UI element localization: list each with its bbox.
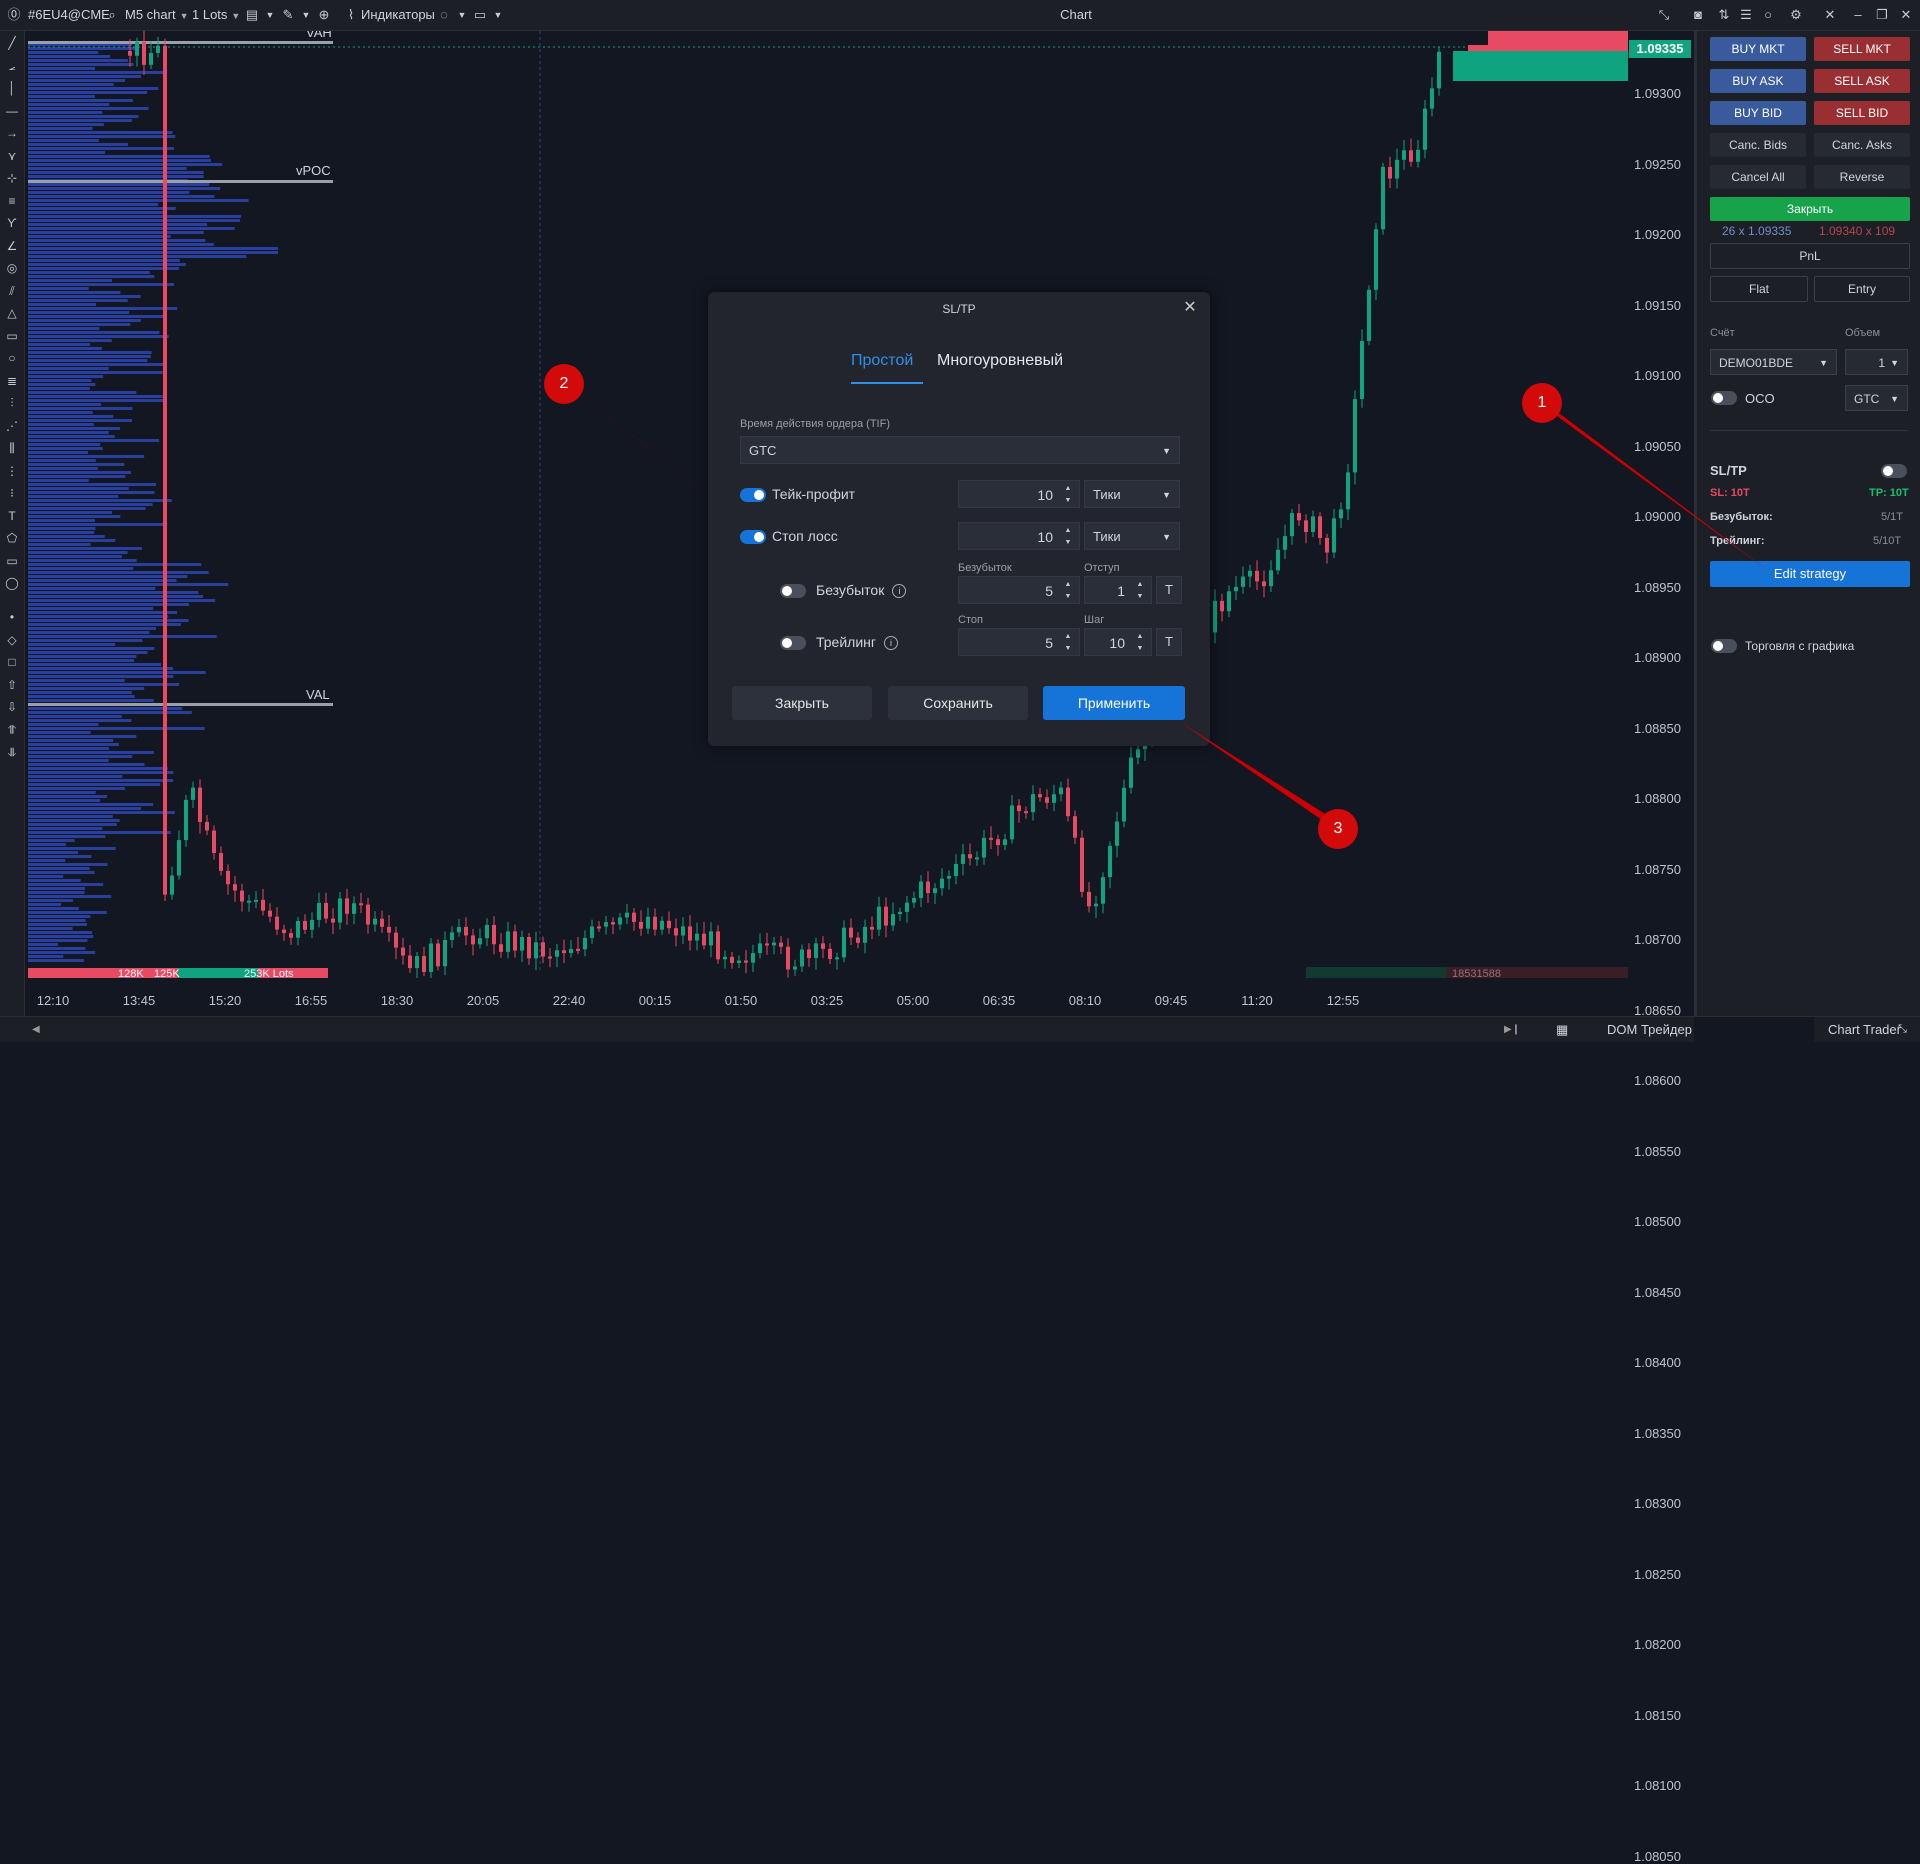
callout-badge-3: 3 xyxy=(1318,809,1358,849)
callout-badge-2: 2 xyxy=(544,364,584,404)
price-tick-label: 1.08450 xyxy=(1634,1284,1681,1300)
price-tick-label: 1.08250 xyxy=(1634,1566,1681,1582)
price-tick-label: 1.08300 xyxy=(1634,1496,1681,1511)
price-tick-label: 1.08600 xyxy=(1634,1073,1681,1088)
price-tick-label: 1.08550 xyxy=(1634,1143,1681,1159)
price-tick-label: 1.08500 xyxy=(1634,1214,1681,1229)
price-tick-label: 1.08150 xyxy=(1634,1707,1681,1723)
price-tick-label: 1.08350 xyxy=(1634,1425,1681,1441)
callout-arrow-2 xyxy=(557,377,752,528)
callout-badge-1: 1 xyxy=(1522,383,1562,423)
price-tick-label: 1.08200 xyxy=(1634,1637,1681,1652)
callout-arrow-1 xyxy=(1535,395,1770,572)
price-tick-label: 1.08050 xyxy=(1634,1848,1681,1864)
price-tick-label: 1.08400 xyxy=(1634,1355,1681,1370)
price-tick-label: 1.08100 xyxy=(1634,1778,1681,1793)
annotation-overlay xyxy=(557,377,1770,836)
